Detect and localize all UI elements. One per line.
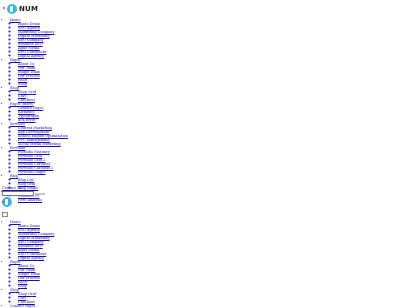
menu-item[interactable]: ShopShop GridCartCheckout xyxy=(10,288,94,304)
menu-list: HomeHome DemoSEO AgencyMarketing Company… xyxy=(4,18,94,202)
submenu-item[interactable]: Free Analysis xyxy=(18,198,94,202)
menu-item[interactable]: BlogBlog ListBlog GridBlog Single xyxy=(10,174,94,190)
menu-item[interactable]: PagesAbout UsOur TeamSingle TeamOur Proc… xyxy=(10,58,94,86)
menu-item[interactable]: Contact Pages xyxy=(10,304,94,308)
menu-list-secondary: HomeHome DemoSEO AgencyMarketing Company… xyxy=(4,220,94,308)
submenu-item-link[interactable]: Free Analysis xyxy=(18,198,42,202)
submenu: Contact PagesElementsTypography404 Error xyxy=(10,106,94,122)
menu-item-link[interactable]: Blog xyxy=(10,174,18,178)
menu-item[interactable]: ShopShop GridCartCheckout xyxy=(10,86,94,102)
menu-item[interactable]: HomeHome DemoSEO AgencyMarketing Company… xyxy=(10,220,94,260)
logo-icon xyxy=(7,4,17,14)
submenu-item-link[interactable]: Shop xyxy=(18,284,27,288)
secondary-menu: HomeHome DemoSEO AgencyMarketing Company… xyxy=(4,220,94,308)
logo-accent-dot xyxy=(3,7,5,9)
submenu-item-link[interactable]: Portfolio Single xyxy=(18,170,45,174)
menu-item[interactable]: PortfolioPortfolio MasonryPortfolio Grid… xyxy=(10,146,94,174)
accent-dot xyxy=(2,201,4,203)
submenu: About UsOur TeamSingle TeamOur ProcessFA… xyxy=(10,62,94,86)
site-logo[interactable]: NUM xyxy=(3,3,39,15)
submenu: Shop GridCartCheckout xyxy=(10,90,94,102)
submenu: Home DemoSEO AgencyMarketing CompanyDigi… xyxy=(10,224,94,260)
submenu: About UsOur TeamSingle TeamOur ProcessFA… xyxy=(10,264,94,288)
menu-item-link[interactable]: Contact Pages xyxy=(10,304,35,308)
submenu-item-link[interactable]: Digital Agency xyxy=(18,256,44,260)
submenu-item-link[interactable]: Shop xyxy=(18,82,27,86)
contact-link[interactable]: Contact Us xyxy=(2,186,22,190)
submenu: Content MarketingApp DevelopmentSearch E… xyxy=(10,126,94,146)
main-menu: HomeHome DemoSEO AgencyMarketing Company… xyxy=(4,18,94,202)
small-input[interactable] xyxy=(2,212,8,217)
search-button[interactable]: Search xyxy=(35,192,45,196)
submenu: Portfolio MasonryPortfolio GridPortfolio… xyxy=(10,150,94,174)
menu-item[interactable]: ServicesContent MarketingApp Development… xyxy=(10,122,94,146)
submenu-item-link[interactable]: Digital Agency xyxy=(18,54,44,58)
submenu: Blog ListBlog GridBlog Single xyxy=(10,178,94,190)
menu-item[interactable]: Pages (more)Contact PagesElementsTypogra… xyxy=(10,102,94,122)
submenu: Home DemoSEO AgencyMarketing CompanyDigi… xyxy=(10,22,94,58)
logo-text: NUM xyxy=(19,5,39,13)
menu-item[interactable]: PagesAbout UsOur TeamSingle TeamOur Proc… xyxy=(10,260,94,288)
submenu: Shop GridCartCheckout xyxy=(10,292,94,304)
menu-item[interactable]: HomeHome DemoSEO AgencyMarketing Company… xyxy=(10,18,94,58)
